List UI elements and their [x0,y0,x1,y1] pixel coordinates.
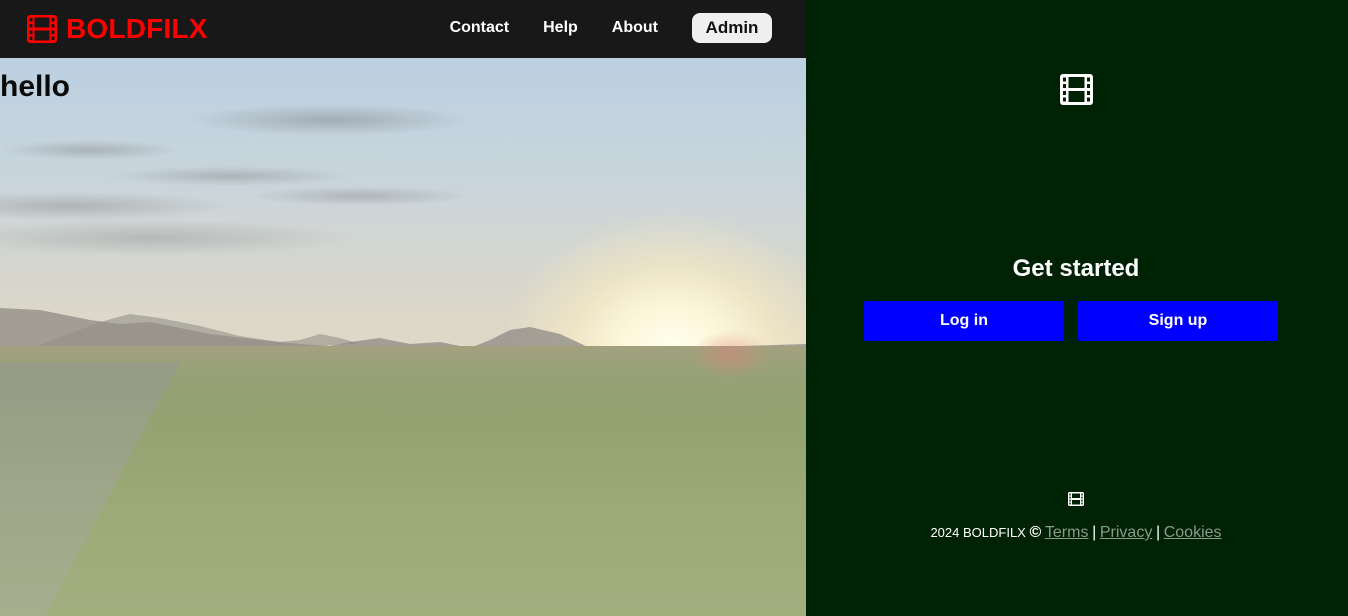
brand-name: BOLDFILX [66,13,208,44]
film-icon [1068,492,1084,506]
nav-link-contact[interactable]: Contact [450,19,510,37]
get-started-heading: Get started [1012,255,1140,282]
film-icon [1060,74,1093,105]
top-navbar: BOLDFILX Contact Help About Admin [0,0,806,58]
login-button[interactable]: Log in [864,301,1064,341]
footer-link-terms[interactable]: Terms [1045,524,1089,541]
hero-overlay [0,58,806,616]
nav-links: Contact Help About Admin [450,13,772,43]
footer-link-privacy[interactable]: Privacy [1100,524,1152,541]
footer-separator: | [1155,524,1161,541]
get-started-panel: Get started Log in Sign up 2024 BOLDFILX… [806,0,1348,616]
footer-link-cookies[interactable]: Cookies [1164,524,1222,541]
signup-button[interactable]: Sign up [1078,301,1278,341]
footer-text: 2024 BOLDFILX [930,525,1026,540]
copyright-icon: © [1029,524,1042,541]
admin-button[interactable]: Admin [692,13,772,43]
hero-section: hello [0,0,806,616]
brand-logo[interactable]: BOLDFILX [27,13,208,45]
hero-title: hello [0,70,71,103]
nav-link-about[interactable]: About [612,19,658,37]
film-icon [27,15,57,43]
footer-separator: | [1092,524,1097,541]
footer: 2024 BOLDFILX © Terms | Privacy | Cookie… [806,524,1346,542]
nav-link-help[interactable]: Help [543,19,578,37]
